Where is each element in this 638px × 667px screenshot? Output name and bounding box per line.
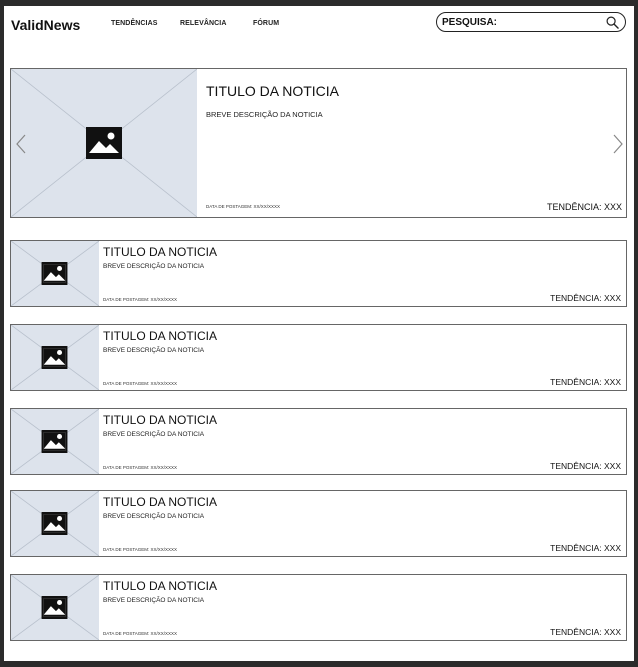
- nav-forum[interactable]: FÓRUM: [253, 20, 279, 27]
- news-card[interactable]: TITULO DA NOTICIA BREVE DESCRIÇÃO DA NOT…: [10, 574, 627, 641]
- news-trend: TENDÊNCIA: XXX: [550, 293, 621, 303]
- news-title[interactable]: TITULO DA NOTICIA: [103, 245, 217, 259]
- news-date: DATA DE POSTAGEM: XX/XX/XXXX: [103, 547, 178, 552]
- news-card[interactable]: TITULO DA NOTICIA BREVE DESCRIÇÃO DA NOT…: [10, 240, 627, 307]
- news-title[interactable]: TITULO DA NOTICIA: [103, 495, 217, 509]
- brand-logo[interactable]: ValidNews: [11, 17, 80, 33]
- news-trend: TENDÊNCIA: XXX: [550, 543, 621, 553]
- news-description: BREVE DESCRIÇÃO DA NOTICIA: [103, 431, 205, 438]
- image-icon: [86, 127, 122, 159]
- nav-tendencias[interactable]: TENDÊNCIAS: [111, 20, 158, 27]
- news-description: BREVE DESCRIÇÃO DA NOTICIA: [103, 513, 205, 520]
- news-trend: TENDÊNCIA: XXX: [550, 627, 621, 637]
- news-card[interactable]: TITULO DA NOTICIA BREVE DESCRIÇÃO DA NOT…: [10, 408, 627, 475]
- news-image-placeholder: [11, 241, 99, 306]
- news-card[interactable]: TITULO DA NOTICIA BREVE DESCRIÇÃO DA NOT…: [10, 490, 627, 557]
- featured-description: BREVE DESCRIÇÃO DA NOTICIA: [206, 110, 323, 119]
- image-icon: [41, 596, 68, 619]
- chevron-right-icon[interactable]: [612, 133, 624, 155]
- news-image-placeholder: [11, 491, 99, 556]
- featured-title[interactable]: TITULO DA NOTICIA: [206, 83, 339, 99]
- news-title[interactable]: TITULO DA NOTICIA: [103, 329, 217, 343]
- image-icon: [41, 512, 68, 535]
- news-description: BREVE DESCRIÇÃO DA NOTICIA: [103, 263, 205, 270]
- search-input[interactable]: PESQUISA:: [436, 12, 626, 32]
- news-image-placeholder: [11, 325, 99, 390]
- featured-news-card[interactable]: TITULO DA NOTICIA BREVE DESCRIÇÃO DA NOT…: [10, 68, 627, 218]
- news-date: DATA DE POSTAGEM: XX/XX/XXXX: [103, 381, 178, 386]
- news-description: BREVE DESCRIÇÃO DA NOTICIA: [103, 347, 205, 354]
- news-image-placeholder: [11, 575, 99, 640]
- page-frame: ValidNews TENDÊNCIAS RELEVÂNCIA FÓRUM PE…: [4, 6, 634, 661]
- news-trend: TENDÊNCIA: XXX: [550, 461, 621, 471]
- image-icon: [41, 262, 68, 285]
- chevron-left-icon[interactable]: [15, 133, 27, 155]
- featured-date: DATA DE POSTAGEM: XX/XX/XXXX: [206, 204, 281, 209]
- news-date: DATA DE POSTAGEM: XX/XX/XXXX: [103, 631, 178, 636]
- featured-image-placeholder: [11, 69, 197, 217]
- news-title[interactable]: TITULO DA NOTICIA: [103, 579, 217, 593]
- news-trend: TENDÊNCIA: XXX: [550, 377, 621, 387]
- news-image-placeholder: [11, 409, 99, 474]
- news-description: BREVE DESCRIÇÃO DA NOTICIA: [103, 597, 205, 604]
- news-date: DATA DE POSTAGEM: XX/XX/XXXX: [103, 297, 178, 302]
- image-icon: [41, 430, 68, 453]
- nav-relevancia[interactable]: RELEVÂNCIA: [180, 20, 227, 27]
- featured-trend: TENDÊNCIA: XXX: [546, 202, 622, 212]
- news-title[interactable]: TITULO DA NOTICIA: [103, 413, 217, 427]
- news-card[interactable]: TITULO DA NOTICIA BREVE DESCRIÇÃO DA NOT…: [10, 324, 627, 391]
- search-icon[interactable]: [606, 16, 619, 29]
- search-label: PESQUISA:: [442, 17, 498, 28]
- news-date: DATA DE POSTAGEM: XX/XX/XXXX: [103, 465, 178, 470]
- image-icon: [41, 346, 68, 369]
